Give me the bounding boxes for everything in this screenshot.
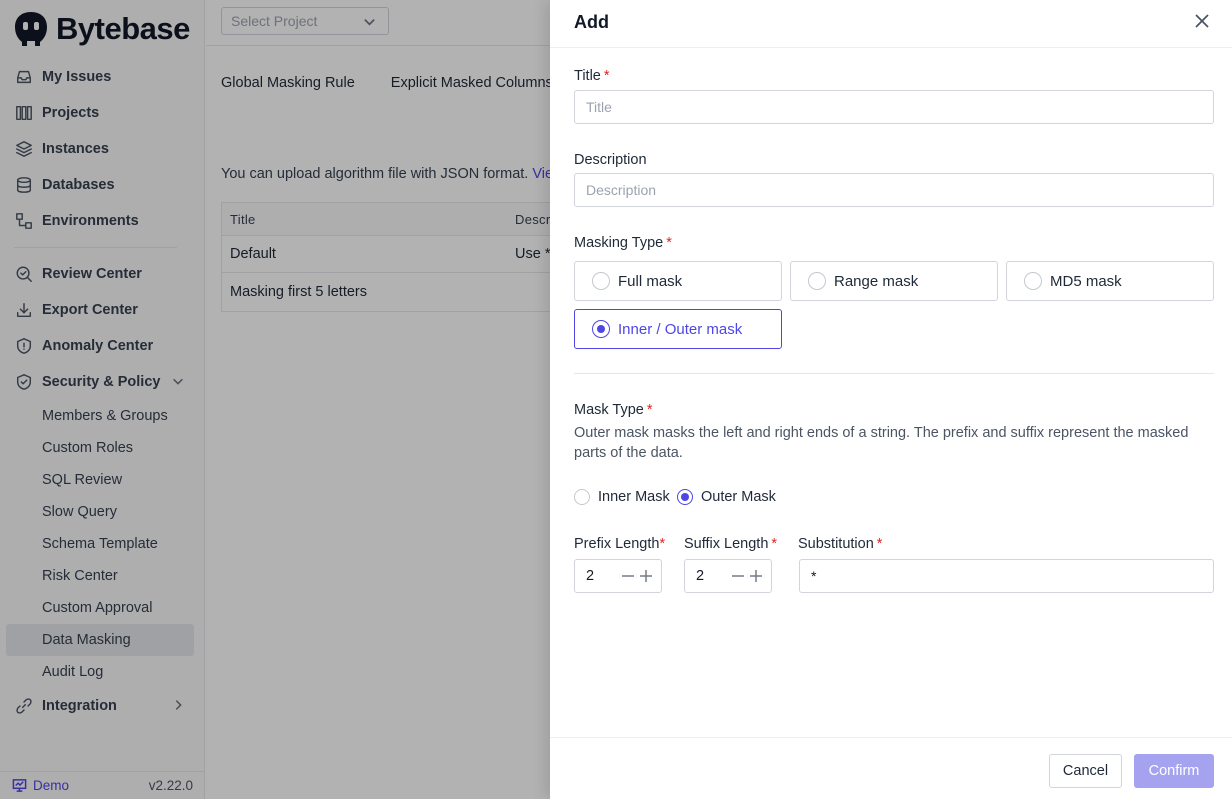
confirm-button[interactable]: Confirm	[1134, 754, 1214, 788]
prefix-length-stepper[interactable]: 2	[574, 559, 662, 593]
drawer-footer: Cancel Confirm	[550, 737, 1232, 799]
mask-option-outer[interactable]: Outer Mask	[677, 489, 776, 505]
mask-option-label: Outer Mask	[701, 489, 776, 505]
close-icon	[1195, 14, 1209, 28]
required-mark: *	[771, 536, 778, 552]
required-mark: *	[659, 536, 666, 552]
masking-type-option-label: Inner / Outer mask	[618, 320, 743, 338]
description-label: Description	[574, 152, 647, 168]
section-divider	[574, 373, 1214, 374]
close-button[interactable]	[1194, 13, 1214, 33]
title-label: Title *	[574, 68, 610, 84]
radio-button	[808, 272, 826, 290]
description-input[interactable]	[574, 173, 1214, 207]
required-mark: *	[646, 402, 653, 418]
substitution-label: Substitution *	[798, 536, 882, 552]
masking-type-label-text: Masking Type	[574, 235, 664, 251]
masking-type-inner-outer-mask[interactable]: Inner / Outer mask	[574, 309, 782, 349]
cancel-button[interactable]: Cancel	[1049, 754, 1122, 788]
substitution-input[interactable]	[799, 559, 1214, 593]
masking-type-option-label: Range mask	[834, 272, 919, 290]
suffix-length-label-text: Suffix Length	[684, 536, 769, 552]
mask-option-inner[interactable]: Inner Mask	[574, 489, 670, 505]
mask-type-label: Mask Type *	[574, 402, 653, 418]
prefix-length-value[interactable]: 2	[586, 568, 621, 584]
title-label-text: Title	[574, 68, 601, 84]
title-input[interactable]	[574, 90, 1214, 124]
drawer-header: Add	[550, 0, 1232, 48]
substitution-label-text: Substitution	[798, 536, 874, 552]
masking-type-label: Masking Type *	[574, 235, 672, 251]
plus-icon[interactable]	[749, 569, 763, 583]
required-mark: *	[666, 235, 672, 251]
required-mark: *	[603, 68, 610, 84]
radio-button	[592, 272, 610, 290]
masking-type-range-mask[interactable]: Range mask	[790, 261, 998, 301]
mask-option-label: Inner Mask	[598, 489, 670, 505]
radio-button	[1024, 272, 1042, 290]
suffix-length-stepper[interactable]: 2	[684, 559, 772, 593]
masking-type-full-mask[interactable]: Full mask	[574, 261, 782, 301]
plus-icon[interactable]	[639, 569, 653, 583]
mask-type-label-text: Mask Type	[574, 402, 644, 418]
suffix-length-label: Suffix Length *	[684, 536, 777, 552]
minus-icon[interactable]	[731, 569, 745, 583]
suffix-length-value[interactable]: 2	[696, 568, 731, 584]
radio-button	[574, 489, 590, 505]
drawer-title: Add	[574, 12, 609, 32]
radio-button-selected	[592, 320, 610, 338]
prefix-length-label: Prefix Length*	[574, 536, 665, 552]
masking-type-option-label: Full mask	[618, 272, 683, 290]
prefix-length-label-text: Prefix Length	[574, 536, 660, 552]
required-mark: *	[876, 536, 883, 552]
masking-type-md5-mask[interactable]: MD5 mask	[1006, 261, 1214, 301]
mask-type-description: Outer mask masks the left and right ends…	[574, 425, 1189, 461]
masking-type-option-label: MD5 mask	[1050, 272, 1122, 290]
radio-button-selected	[677, 489, 693, 505]
minus-icon[interactable]	[621, 569, 635, 583]
add-algorithm-drawer: Add Title* Description Masking Type* Ful…	[550, 0, 1232, 799]
